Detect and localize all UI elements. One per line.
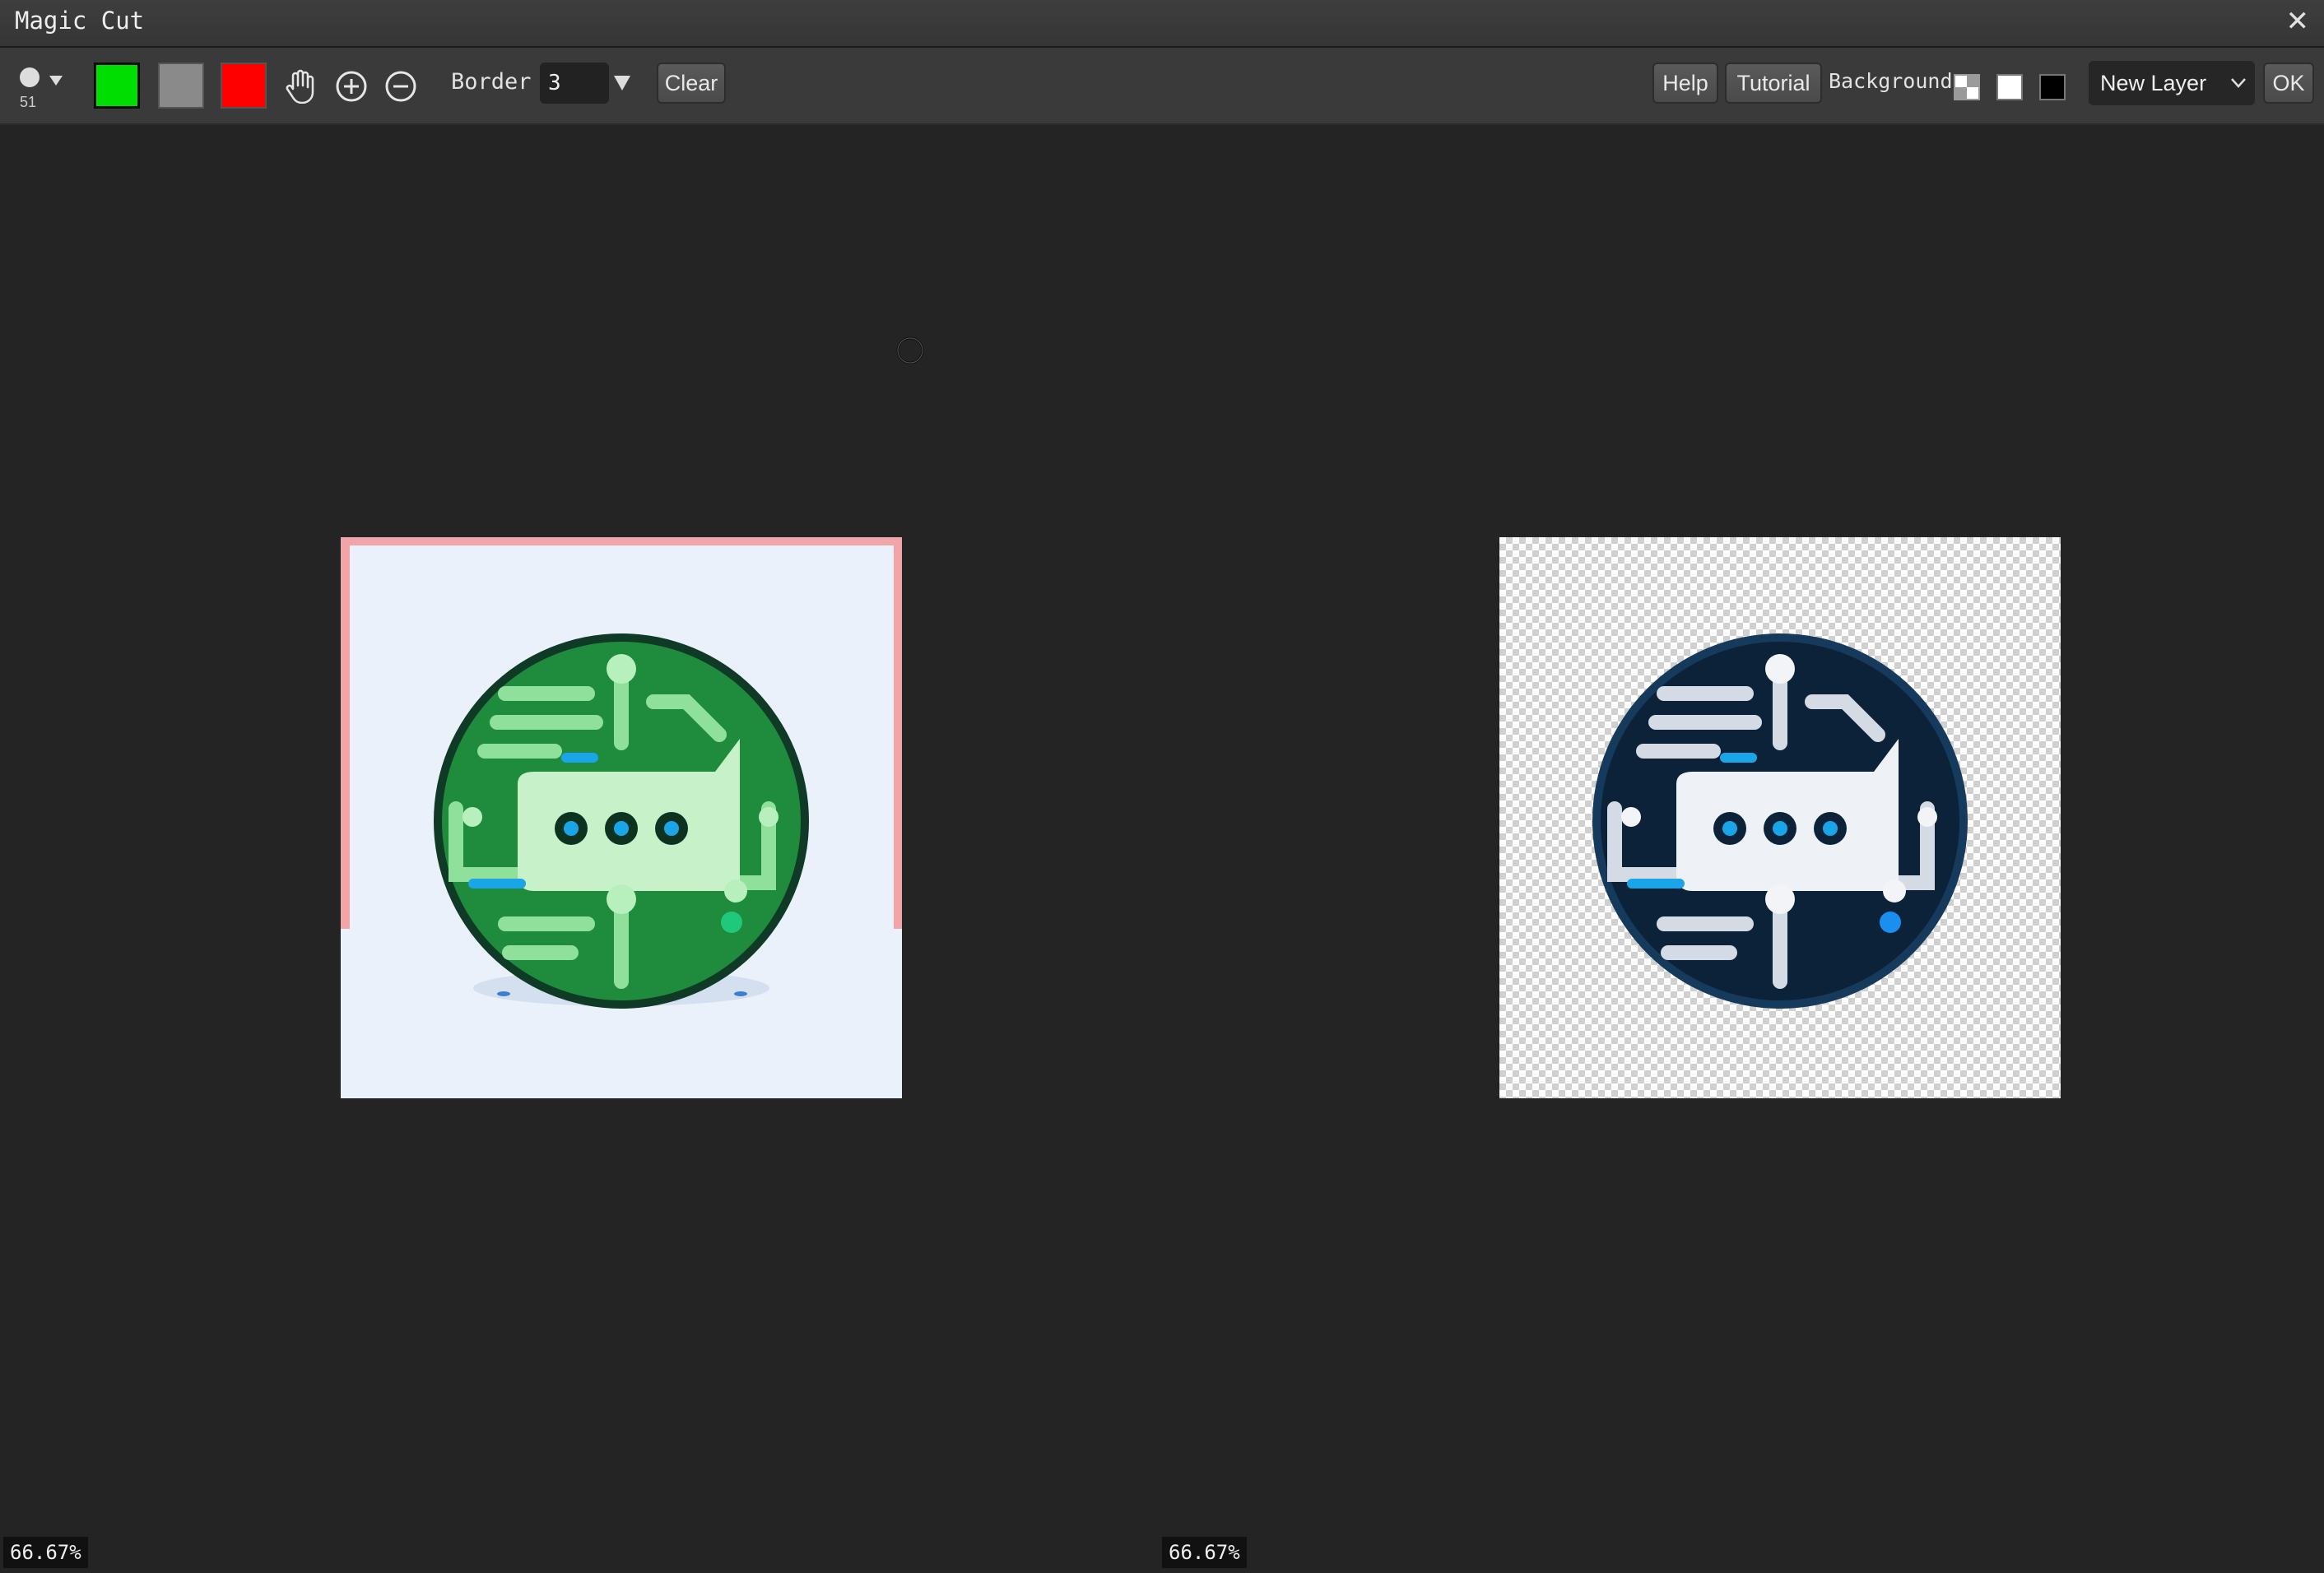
window-title: Magic Cut: [15, 7, 145, 35]
title-bar: Magic Cut ✕: [0, 0, 2324, 48]
layer-select[interactable]: New Layer: [2089, 61, 2255, 105]
brush-cursor-icon: [896, 336, 924, 364]
tutorial-button[interactable]: Tutorial: [1725, 63, 1822, 104]
brush-size-value: 51: [20, 94, 37, 110]
help-button[interactable]: Help: [1652, 63, 1718, 104]
logo-image-cutout: [1592, 633, 1968, 1009]
border-dropdown-icon[interactable]: [612, 74, 632, 92]
black-background-option[interactable]: [2039, 74, 2066, 100]
keep-color-swatch[interactable]: [94, 63, 140, 109]
white-background-option[interactable]: [1996, 74, 2023, 100]
ok-button[interactable]: OK: [2263, 63, 2314, 104]
brush-size-dropdown[interactable]: 51: [15, 59, 69, 112]
close-icon[interactable]: ✕: [2286, 5, 2310, 38]
checker-background-option[interactable]: [1954, 74, 1980, 100]
background-label: Background:: [1829, 69, 1965, 93]
chevron-down-icon: [49, 76, 63, 86]
brush-icon: [20, 67, 63, 87]
hand-pan-icon[interactable]: [285, 69, 316, 104]
clear-button[interactable]: Clear: [657, 63, 726, 104]
neutral-color-swatch[interactable]: [158, 63, 204, 109]
logo-image-green: [434, 633, 809, 1009]
border-label: Border: [451, 69, 532, 95]
zoom-in-icon[interactable]: [334, 69, 369, 104]
zoom-out-icon[interactable]: [383, 69, 418, 104]
chevron-down-icon: [2231, 78, 2246, 88]
remove-color-swatch[interactable]: [221, 63, 267, 109]
border-input[interactable]: 3: [540, 63, 609, 104]
border-value: 3: [548, 71, 561, 95]
source-image-panel[interactable]: [341, 537, 902, 1098]
left-zoom-level: 66.67%: [3, 1537, 88, 1568]
toolbar: 51 Border 3 Clear Help Tutorial Backgrou…: [0, 48, 2324, 125]
result-preview-panel[interactable]: [1499, 537, 2061, 1098]
layer-select-value: New Layer: [2100, 71, 2207, 95]
right-zoom-level: 66.67%: [1162, 1537, 1247, 1568]
